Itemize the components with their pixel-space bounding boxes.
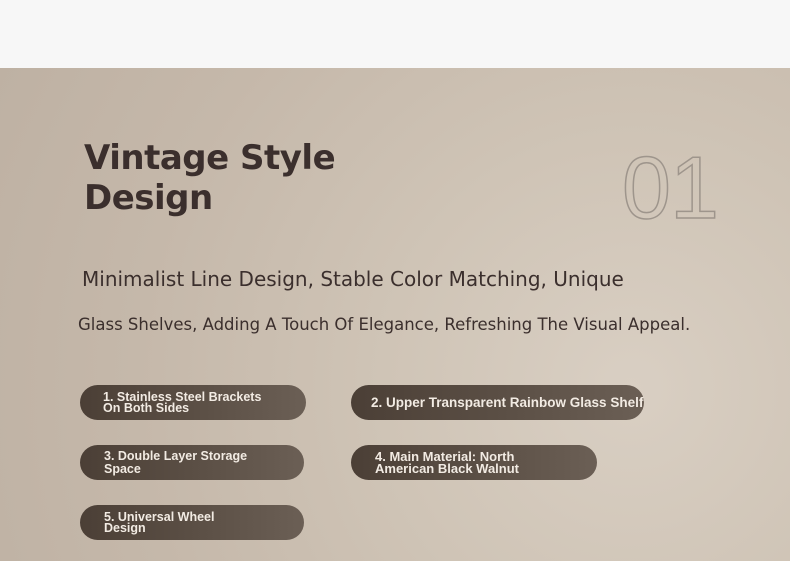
description-line-1: Minimalist Line Design, Stable Color Mat… <box>82 267 624 291</box>
feature-pill-label: 1. Stainless Steel Brackets On Both Side… <box>103 389 262 415</box>
section-index-number: 01 <box>621 137 719 238</box>
top-margin-band <box>0 0 790 68</box>
feature-pill-label: 4. Main Material: North American Black W… <box>375 448 520 476</box>
feature-pill-label: 3. Double Layer Storage Space <box>104 448 248 476</box>
feature-pill-label: 5. Universal Wheel Design <box>104 509 215 535</box>
feature-pill-stainless-brackets: 1. Stainless Steel Brackets On Both Side… <box>80 385 306 420</box>
feature-pill-double-layer-storage: 3. Double Layer Storage Space <box>80 445 304 480</box>
feature-panel: Vintage Style Design 01 Minimalist Line … <box>0 68 790 561</box>
section-title: Vintage Style Design <box>84 138 336 218</box>
description-line-2: Glass Shelves, Adding A Touch Of Eleganc… <box>78 315 691 334</box>
feature-pill-label: 2. Upper Transparent Rainbow Glass Shelf <box>371 395 644 410</box>
feature-pill-black-walnut-material: 4. Main Material: North American Black W… <box>351 445 597 480</box>
feature-pill-universal-wheel: 5. Universal Wheel Design <box>80 505 304 540</box>
feature-pill-rainbow-glass-shelf: 2. Upper Transparent Rainbow Glass Shelf <box>351 385 644 420</box>
